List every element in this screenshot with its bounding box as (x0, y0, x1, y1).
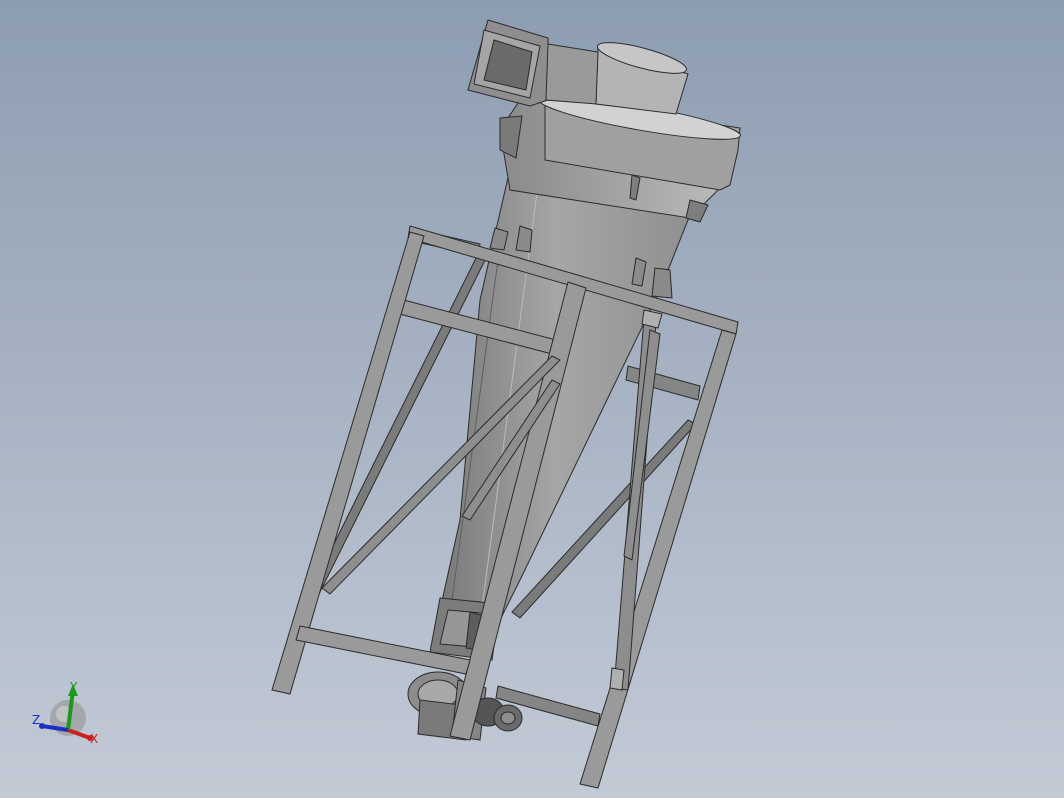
triad-y-label: Y (69, 680, 78, 694)
triad-z-label: Z (32, 713, 40, 727)
triad-x-label: X (90, 732, 98, 746)
graphics-viewport[interactable]: X Y Z (0, 0, 1064, 798)
model-view[interactable]: X Y Z (0, 0, 1064, 798)
